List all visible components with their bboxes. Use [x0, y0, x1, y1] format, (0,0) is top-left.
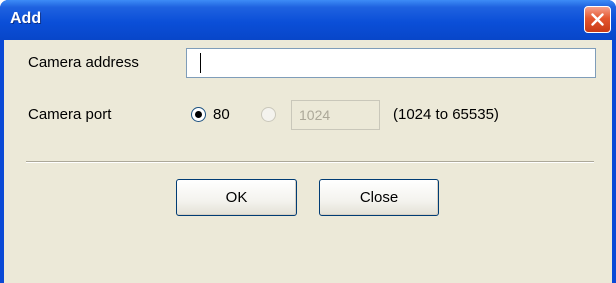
- ok-button[interactable]: OK: [176, 179, 297, 216]
- text-cursor: [200, 53, 201, 73]
- dialog-title: Add: [10, 10, 42, 27]
- title-bar[interactable]: Add: [0, 0, 616, 40]
- close-button[interactable]: Close: [319, 179, 439, 216]
- close-icon: [591, 13, 604, 26]
- separator-line: [26, 161, 594, 163]
- add-dialog: Add Camera address Camera port 80 (1024 …: [0, 0, 616, 283]
- port-80-radio[interactable]: [191, 107, 206, 122]
- camera-address-label: Camera address: [28, 54, 139, 71]
- camera-port-label: Camera port: [28, 106, 112, 123]
- camera-address-input[interactable]: [186, 48, 596, 78]
- port-range-hint: (1024 to 65535): [393, 106, 499, 123]
- port-80-label[interactable]: 80: [213, 106, 230, 123]
- custom-port-input[interactable]: [291, 100, 380, 130]
- port-custom-radio[interactable]: [261, 107, 276, 122]
- close-window-button[interactable]: [584, 6, 611, 33]
